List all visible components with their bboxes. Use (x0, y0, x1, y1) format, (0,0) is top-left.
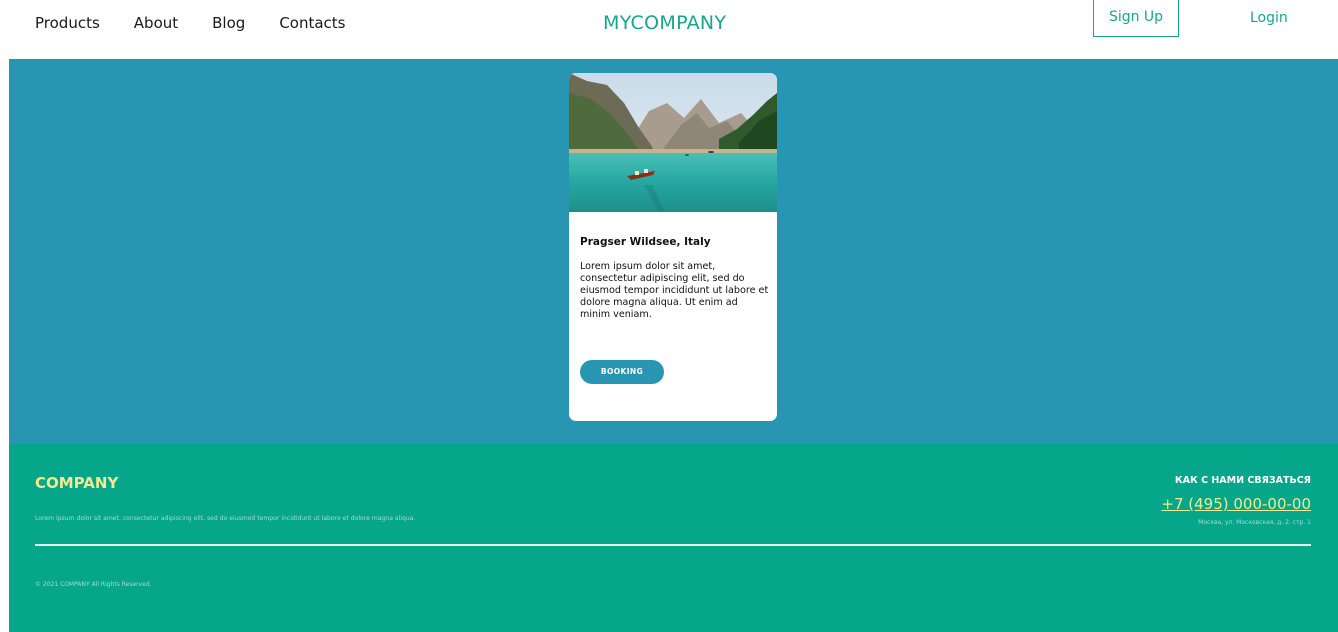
brand-logo[interactable]: MYCOMPANY (603, 12, 726, 34)
site-header: Products About Blog Contacts MYCOMPANY S… (0, 0, 1338, 59)
footer-description: Lorem ipsum dolor sit amet, consectetur … (35, 515, 416, 522)
login-link[interactable]: Login (1250, 10, 1288, 26)
footer-copyright: © 2021 COMPANY All Rights Reserved. (35, 581, 152, 588)
nav-blog-link[interactable]: Blog (212, 14, 245, 32)
card-title: Pragser Wildsee, Italy (580, 236, 711, 248)
signup-button[interactable]: Sign Up (1093, 0, 1179, 37)
site-footer: COMPANY Lorem ipsum dolor sit amet, cons… (9, 444, 1338, 632)
booking-button[interactable]: BOOKING (580, 360, 664, 384)
footer-company-name: COMPANY (35, 474, 119, 492)
nav-contacts-link[interactable]: Contacts (279, 14, 345, 32)
footer-phone-link[interactable]: +7 (495) 000-00-00 (1161, 495, 1311, 513)
lake-mountains-photo (569, 73, 777, 212)
nav-products-link[interactable]: Products (35, 14, 100, 32)
destination-card: Pragser Wildsee, Italy Lorem ipsum dolor… (569, 73, 777, 421)
footer-contact-title: КАК С НАМИ СВЯЗАТЬСЯ (1174, 475, 1311, 486)
main-nav: Products About Blog Contacts (35, 14, 380, 32)
footer-divider (35, 544, 1311, 546)
nav-about-link[interactable]: About (134, 14, 178, 32)
card-description: Lorem ipsum dolor sit amet, consectetur … (580, 261, 769, 320)
footer-address: Москва, ул. Московская, д. 2, стр. 1 (1198, 519, 1311, 526)
